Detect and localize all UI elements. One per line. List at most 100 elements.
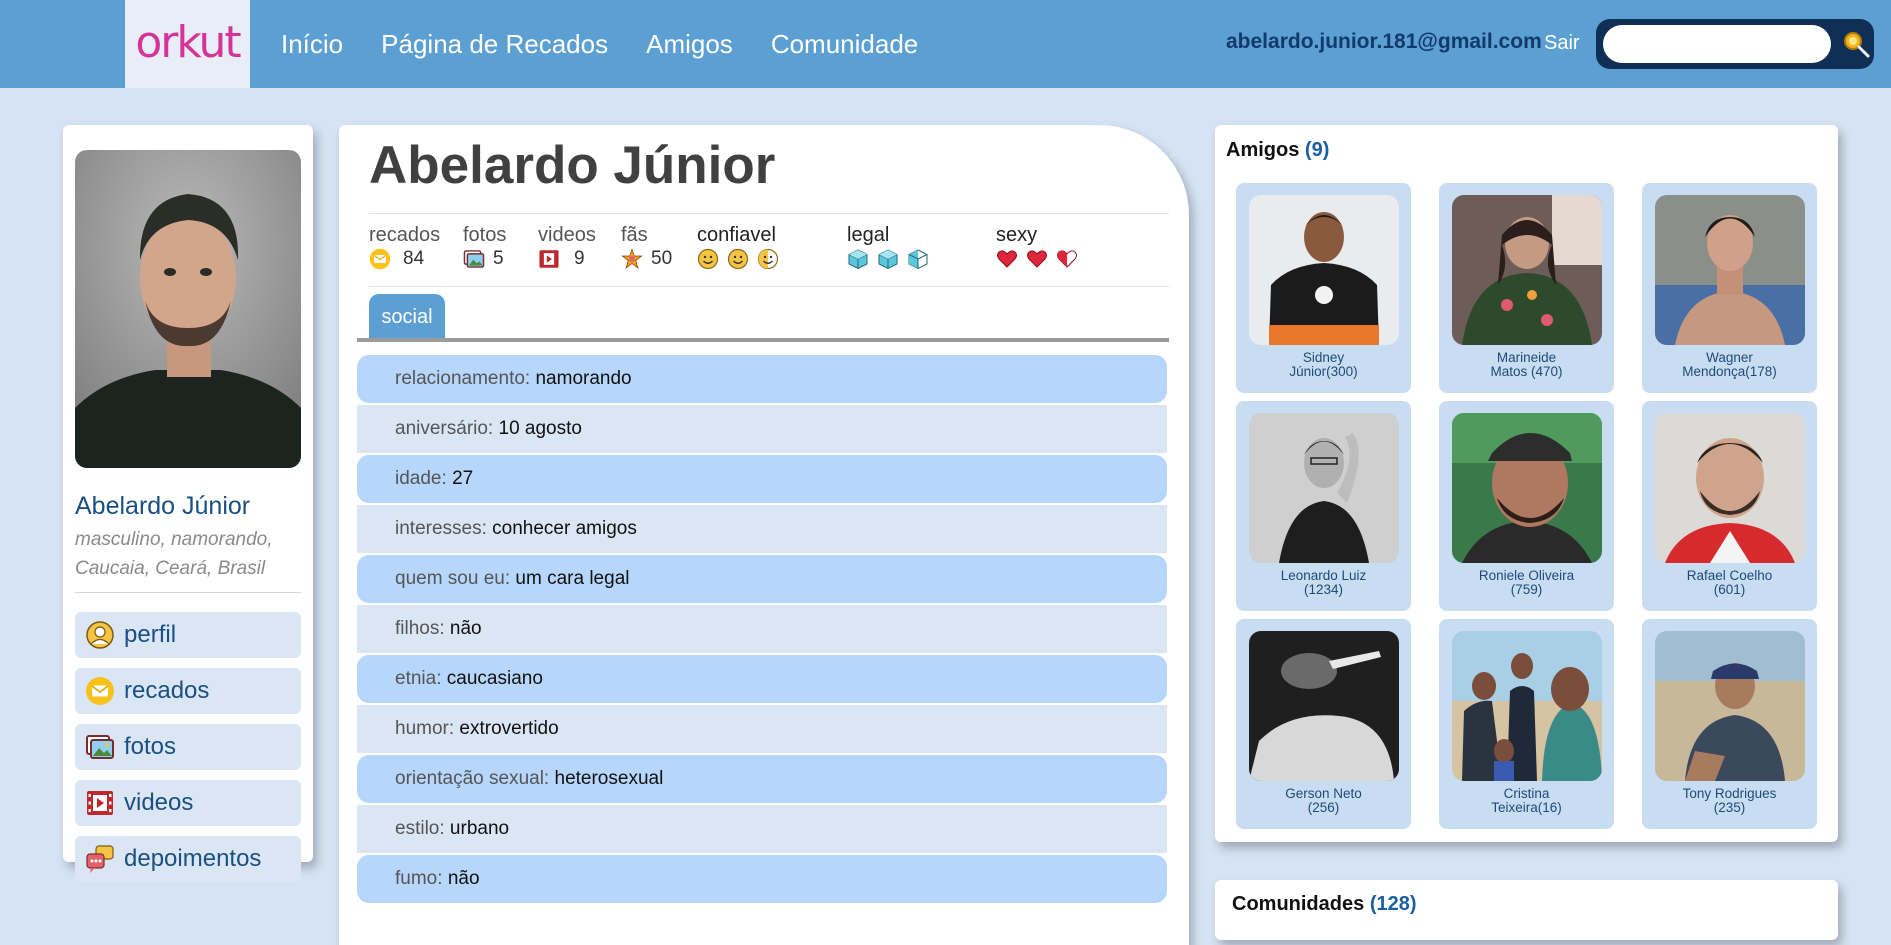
friend-card[interactable]: Sidney Júnior(300) — [1236, 183, 1411, 393]
menu-depoimentos[interactable]: depoimentos — [75, 836, 301, 882]
friend-name: Sidney Júnior(300) — [1289, 350, 1358, 379]
nav-inicio[interactable]: Início — [281, 29, 343, 60]
heart-rating — [996, 248, 1078, 270]
detail-row-filhos: filhos: não — [357, 605, 1167, 653]
friend-photo — [1655, 413, 1805, 563]
detail-row-orientacao-sexual: orientação sexual: heterosexual — [357, 755, 1167, 803]
stat-fotos[interactable]: fotos 5 — [463, 224, 506, 270]
envelope-icon — [369, 248, 391, 270]
film-icon — [539, 250, 559, 268]
friend-card[interactable]: Roniele Oliveira (759) — [1439, 401, 1614, 611]
stat-recados[interactable]: recados 84 — [369, 224, 440, 270]
friend-photo — [1452, 631, 1602, 781]
menu-label: depoimentos — [124, 845, 262, 872]
friend-photo — [1655, 631, 1805, 781]
detail-row-humor: humor: extrovertido — [357, 705, 1167, 753]
stat-value: 9 — [574, 248, 585, 269]
nav-amigos[interactable]: Amigos — [646, 29, 733, 60]
rating-legal[interactable]: legal — [847, 224, 929, 270]
friend-photo — [1452, 413, 1602, 563]
menu-label: recados — [124, 677, 210, 704]
stat-value: 5 — [493, 248, 504, 269]
top-bar: orkut Início Página de Recados Amigos Co… — [0, 0, 1891, 88]
friend-photo — [1249, 631, 1399, 781]
stat-label: fãs — [621, 224, 648, 246]
divider — [369, 286, 1169, 287]
profile-photo[interactable] — [75, 150, 301, 468]
profile-info: masculino, namorando, Caucaia, Ceará, Br… — [75, 529, 273, 579]
search-box — [1596, 19, 1874, 69]
rating-label: legal — [847, 224, 890, 246]
communities-title-text: Comunidades — [1232, 893, 1365, 915]
detail-row-estilo: estilo: urbano — [357, 805, 1167, 853]
user-email[interactable]: abelardo.junior.181@gmail.com — [1226, 30, 1542, 54]
smiley-rating — [697, 248, 779, 270]
fan-star-icon — [621, 248, 643, 269]
tab-social[interactable]: social — [369, 294, 445, 340]
stat-value: 50 — [651, 248, 673, 269]
ice-cube-rating — [847, 248, 929, 270]
nav-comunidade[interactable]: Comunidade — [771, 29, 918, 60]
logout-link[interactable]: Sair — [1544, 32, 1580, 55]
friend-photo — [1452, 195, 1602, 345]
menu-perfil[interactable]: perfil — [75, 612, 301, 658]
friend-card[interactable]: Tony Rodrigues (235) — [1642, 619, 1817, 829]
detail-row-interesses: interesses: conhecer amigos — [357, 505, 1167, 553]
search-input[interactable] — [1603, 25, 1831, 63]
stat-videos[interactable]: videos 9 — [538, 224, 596, 270]
smiley-icon — [727, 248, 749, 270]
profile-name-link[interactable]: Abelardo Júnior — [75, 492, 250, 521]
friend-card[interactable]: Rafael Coelho (601) — [1642, 401, 1817, 611]
orkut-logo[interactable]: orkut — [125, 0, 250, 88]
friend-card[interactable]: Gerson Neto (256) — [1236, 619, 1411, 829]
stat-label: fotos — [463, 224, 507, 246]
user-circle-icon — [86, 621, 114, 649]
friend-name: Roniele Oliveira (759) — [1478, 568, 1575, 597]
communities-count: (128) — [1369, 893, 1417, 915]
nav-pagina-de-recados[interactable]: Página de Recados — [381, 29, 608, 60]
detail-row-quem-sou-eu: quem sou eu: um cara legal — [357, 555, 1167, 603]
communities-panel: Comunidades (128) — [1215, 880, 1838, 940]
stat-value: 84 — [403, 248, 425, 269]
profile-main: Abelardo Júnior recados 84 fotos 5 video… — [339, 125, 1189, 945]
search-icon[interactable] — [1842, 30, 1870, 58]
communities-title[interactable]: Comunidades (128) — [1232, 893, 1417, 916]
friend-name: Leonardo Luiz (1234) — [1280, 568, 1367, 597]
stat-label: recados — [369, 224, 441, 246]
rating-confiavel[interactable]: confiavel — [697, 224, 779, 270]
menu-videos[interactable]: videos — [75, 780, 301, 826]
friend-card[interactable]: Wagner Mendonça(178) — [1642, 183, 1817, 393]
ice-cube-icon — [848, 249, 868, 270]
friend-name: Marineide Matos (470) — [1490, 350, 1563, 379]
ice-cube-icon — [878, 249, 898, 270]
friend-name: Rafael Coelho (601) — [1686, 568, 1773, 597]
half-heart-icon — [1057, 250, 1077, 268]
logo-text: orkut — [135, 16, 241, 68]
rating-label: confiavel — [697, 224, 776, 246]
friends-title[interactable]: Amigos (9) — [1226, 139, 1329, 162]
photos-icon — [463, 250, 485, 268]
smiley-icon — [697, 248, 719, 270]
half-smiley-icon — [757, 248, 779, 270]
speech-bubbles-icon — [86, 845, 114, 873]
friend-card[interactable]: Leonardo Luiz (1234) — [1236, 401, 1411, 611]
film-icon — [87, 791, 113, 815]
heart-icon — [997, 250, 1017, 268]
menu-recados[interactable]: recados — [75, 668, 301, 714]
friend-name: Cristina Teixeira(16) — [1491, 786, 1562, 815]
main-nav: Início Página de Recados Amigos Comunida… — [281, 0, 918, 88]
rating-label: sexy — [996, 224, 1038, 246]
profile-details: relacionamento: namorando aniversário: 1… — [357, 355, 1167, 905]
stat-label: videos — [538, 224, 596, 246]
friend-name: Wagner Mendonça(178) — [1682, 350, 1777, 379]
friend-card[interactable]: Marineide Matos (470) — [1439, 183, 1614, 393]
detail-row-idade: idade: 27 — [357, 455, 1167, 503]
half-ice-cube-icon — [908, 249, 928, 270]
rating-sexy[interactable]: sexy — [996, 224, 1078, 270]
friend-card[interactable]: Cristina Teixeira(16) — [1439, 619, 1614, 829]
divider — [75, 592, 301, 593]
menu-fotos[interactable]: fotos — [75, 724, 301, 770]
friend-photo — [1249, 195, 1399, 345]
stat-fas[interactable]: fãs 50 — [621, 224, 672, 270]
detail-row-fumo: fumo: não — [357, 855, 1167, 903]
